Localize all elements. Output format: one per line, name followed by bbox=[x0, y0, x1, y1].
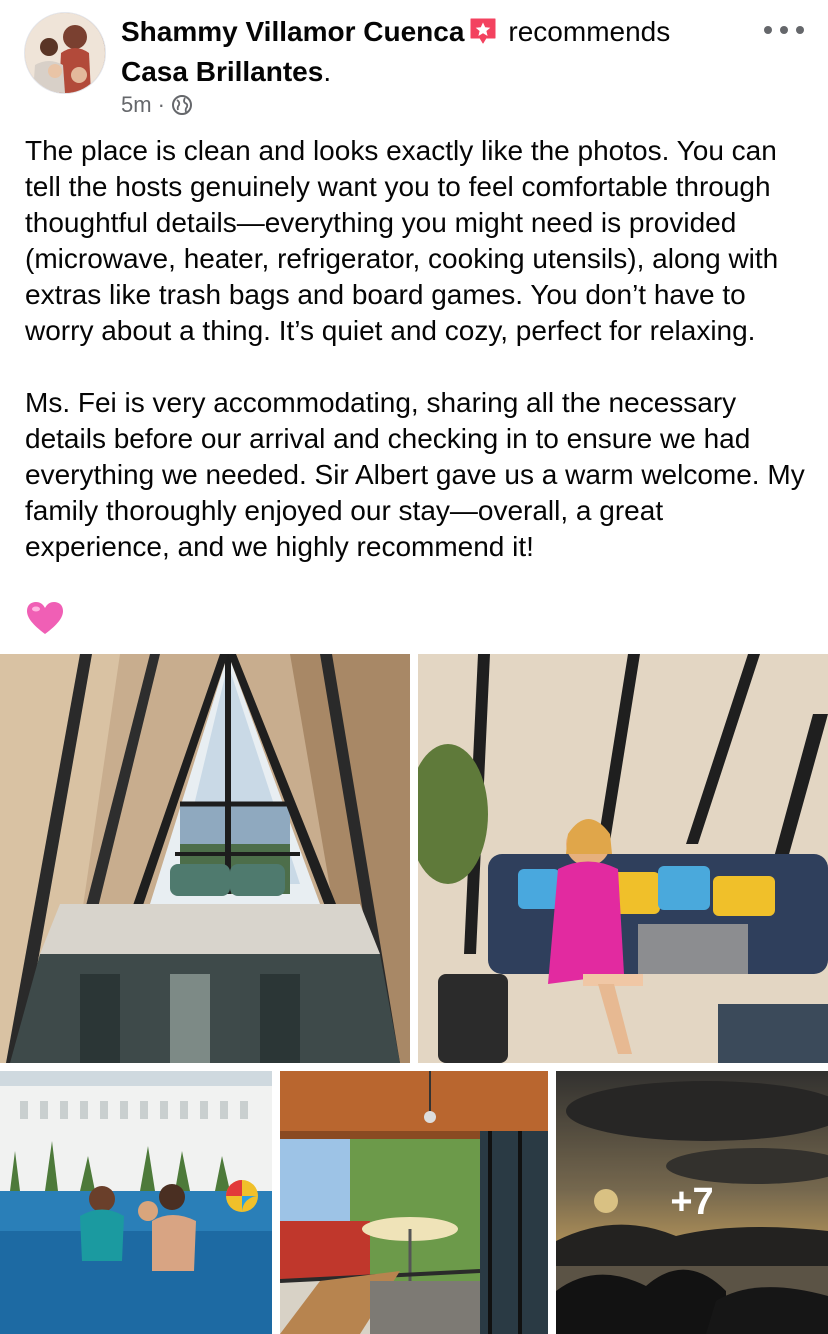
author-name[interactable]: Shammy Villamor Cuenca bbox=[121, 16, 464, 47]
photo-living-room[interactable] bbox=[418, 654, 828, 1063]
post-timestamp[interactable]: 5m bbox=[121, 92, 152, 118]
pool-image bbox=[0, 1071, 272, 1334]
recommend-star-badge-icon bbox=[470, 18, 496, 44]
headline-period: . bbox=[323, 56, 332, 87]
balcony-image bbox=[280, 1071, 548, 1334]
photo-balcony[interactable] bbox=[280, 1071, 548, 1334]
more-photos-count[interactable]: +7 bbox=[556, 1071, 828, 1334]
aframe-bedroom-image bbox=[0, 654, 410, 1063]
photo-pool[interactable] bbox=[0, 1071, 272, 1334]
post-header: Shammy Villamor Cuenca recommends Casa B… bbox=[0, 0, 828, 130]
more-options-icon[interactable] bbox=[764, 18, 804, 42]
recommends-verb: recommends bbox=[508, 16, 671, 47]
globe-icon[interactable] bbox=[171, 94, 193, 116]
avatar-photo bbox=[25, 13, 105, 93]
place-name-link[interactable]: Casa Brillantes bbox=[121, 56, 323, 87]
more-dot bbox=[764, 26, 772, 34]
more-dot bbox=[780, 26, 788, 34]
photo-aframe-bedroom[interactable] bbox=[0, 654, 410, 1063]
post-paragraph-1: The place is clean and looks exactly lik… bbox=[25, 135, 787, 346]
pink-heart-icon bbox=[27, 602, 63, 634]
meta-separator: · bbox=[157, 92, 165, 117]
author-avatar[interactable] bbox=[24, 12, 106, 94]
post-body: The place is clean and looks exactly lik… bbox=[25, 133, 815, 565]
post-headline: Shammy Villamor Cuenca recommends Casa B… bbox=[121, 12, 741, 92]
post-meta: 5m · bbox=[121, 90, 193, 120]
photo-sunset-more[interactable]: +7 bbox=[556, 1071, 828, 1334]
living-room-image bbox=[418, 654, 828, 1063]
more-dot bbox=[796, 26, 804, 34]
post-paragraph-2: Ms. Fei is very accommodating, sharing a… bbox=[25, 387, 813, 562]
